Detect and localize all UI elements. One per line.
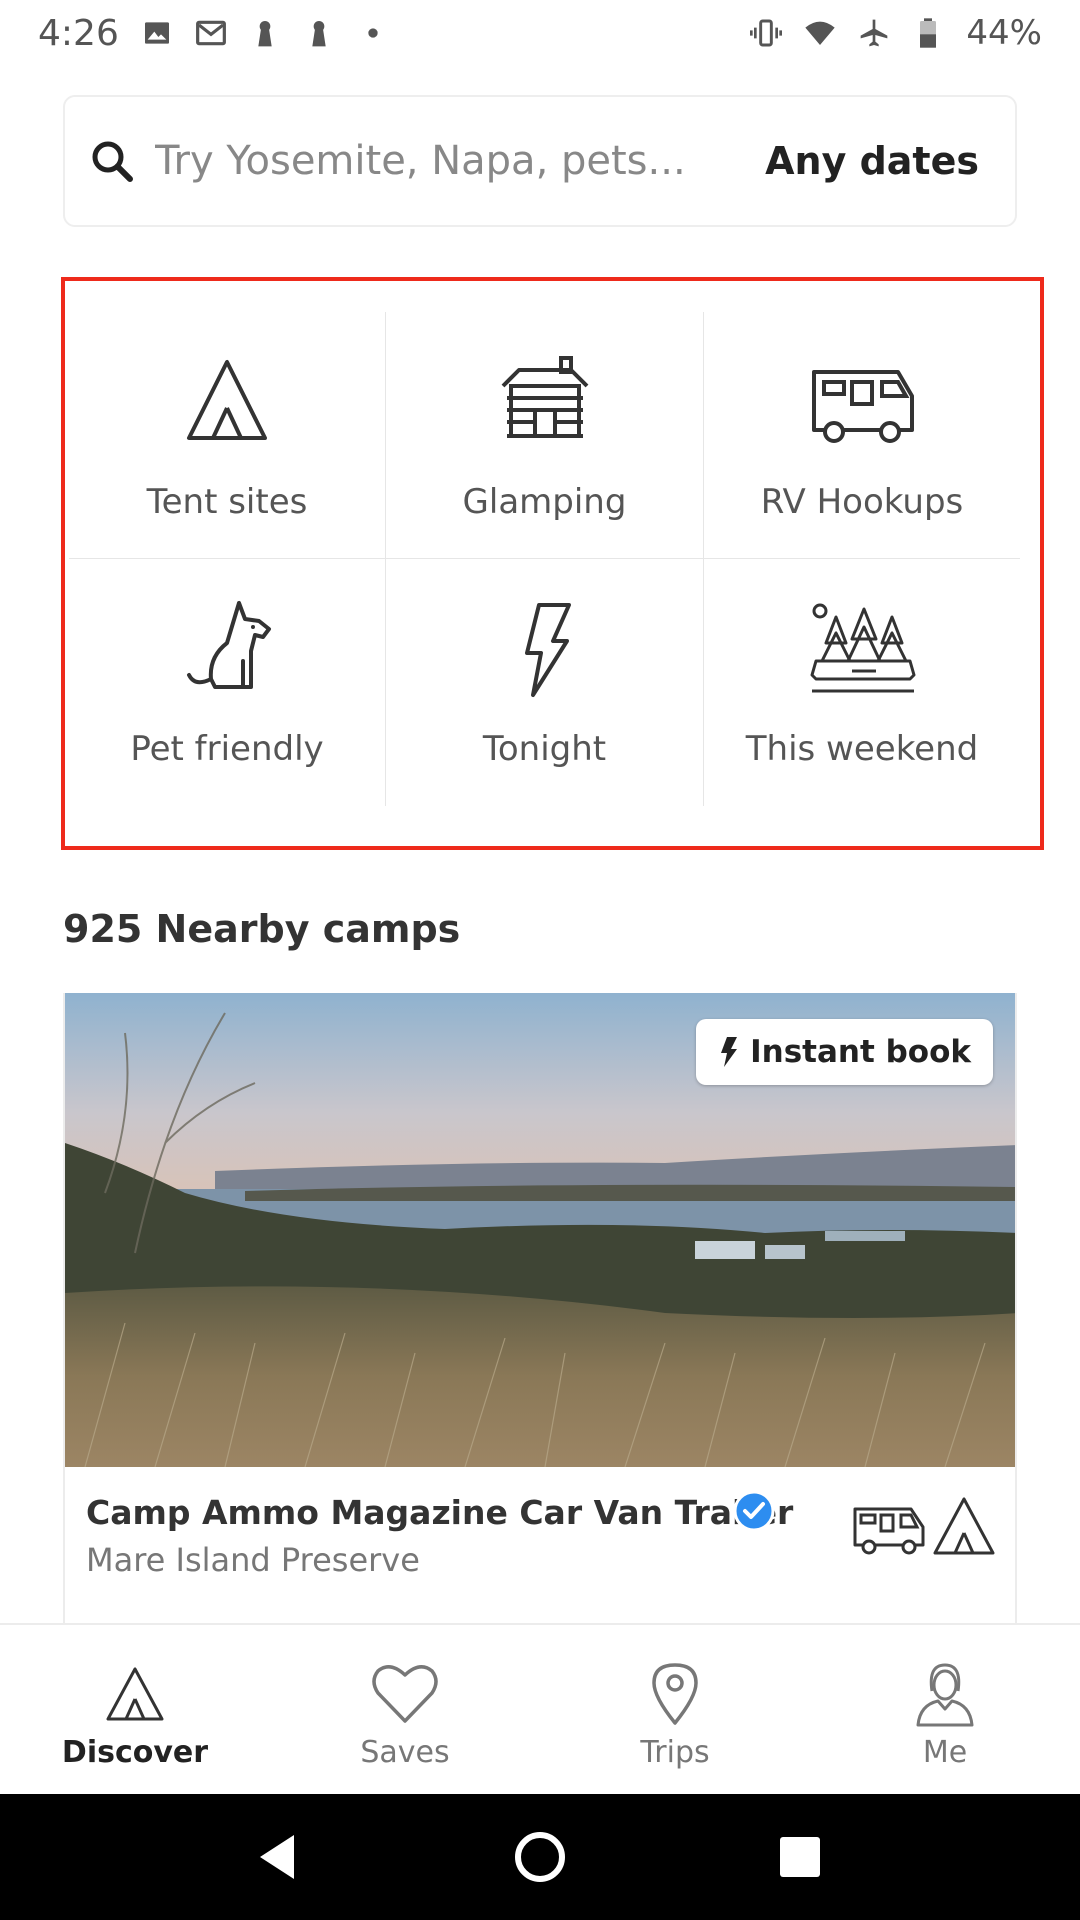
nearby-camps-title: 925 Nearby camps (63, 907, 461, 951)
back-button[interactable] (245, 1822, 315, 1892)
rv-icon (802, 352, 922, 452)
back-icon (260, 1835, 294, 1879)
battery-percent: 44% (966, 13, 1042, 53)
forest-icon (802, 599, 922, 699)
camp-location: Mare Island Preserve (86, 1541, 420, 1579)
rv-icon (853, 1507, 925, 1555)
nav-label: Trips (640, 1735, 710, 1770)
keyhole-icon (249, 17, 281, 49)
tent-icon (167, 352, 287, 452)
category-tent-sites[interactable]: Tent sites (69, 312, 386, 559)
camp-name[interactable]: Camp Ammo Magazine Car Van Trailer (86, 1493, 793, 1532)
nav-me[interactable]: Me (810, 1625, 1080, 1794)
lightning-icon (721, 1037, 738, 1067)
camp-card[interactable]: Instant book Camp Ammo Magazine Car Van … (63, 993, 1017, 1623)
instant-book-badge[interactable]: Instant book (696, 1019, 993, 1085)
verified-icon (733, 1490, 775, 1532)
wifi-icon (804, 17, 836, 49)
category-tonight[interactable]: Tonight (386, 559, 704, 806)
status-right: 44% (750, 13, 1042, 53)
recents-button[interactable] (765, 1822, 835, 1892)
category-label: Tent sites (146, 482, 308, 522)
category-grid: Tent sites Glamping RV Hookups Pet frien… (69, 312, 1020, 806)
nav-discover[interactable]: Discover (0, 1625, 270, 1794)
status-time: 4:26 (38, 12, 119, 54)
lightning-icon (485, 599, 605, 699)
search-input[interactable] (155, 138, 766, 184)
search-icon (92, 141, 133, 182)
category-label: Pet friendly (130, 729, 324, 769)
nav-label: Discover (61, 1735, 209, 1770)
category-label: This weekend (745, 729, 979, 769)
dog-icon (167, 599, 287, 699)
keyhole-icon (303, 17, 335, 49)
dot-icon (357, 17, 389, 49)
camp-photo[interactable]: Instant book (65, 993, 1015, 1467)
nav-saves[interactable]: Saves (270, 1625, 540, 1794)
instant-book-label: Instant book (750, 1034, 971, 1070)
status-bar: 4:26 44% (0, 0, 1080, 66)
status-left: 4:26 (38, 13, 389, 54)
bottom-nav: Discover Saves Trips Me (0, 1623, 1080, 1794)
category-glamping[interactable]: Glamping (386, 312, 704, 559)
tent-icon (933, 1497, 995, 1555)
image-icon (141, 17, 173, 49)
airplane-icon (858, 17, 890, 49)
any-dates-button[interactable]: Any dates (765, 139, 979, 183)
nav-label: Saves (360, 1735, 450, 1770)
cabin-icon (485, 352, 605, 452)
profile-icon (910, 1661, 980, 1727)
battery-icon (912, 17, 944, 49)
vibrate-icon (750, 17, 783, 49)
gmail-icon (195, 17, 227, 49)
search-bar[interactable]: Any dates (63, 95, 1017, 227)
heart-icon (370, 1661, 440, 1727)
category-rv-hookups[interactable]: RV Hookups (704, 312, 1020, 559)
nav-trips[interactable]: Trips (540, 1625, 810, 1794)
system-nav-bar (0, 1794, 1080, 1920)
category-grid-highlight: Tent sites Glamping RV Hookups Pet frien… (61, 277, 1044, 850)
category-label: RV Hookups (760, 482, 964, 522)
camp-type-icons (851, 1493, 997, 1557)
map-pin-icon (640, 1661, 710, 1727)
category-pet-friendly[interactable]: Pet friendly (69, 559, 386, 806)
home-icon (515, 1832, 565, 1882)
tent-icon (100, 1661, 170, 1727)
category-label: Glamping (462, 482, 627, 522)
category-this-weekend[interactable]: This weekend (704, 559, 1020, 806)
recents-icon (780, 1837, 820, 1877)
category-label: Tonight (482, 729, 607, 769)
home-button[interactable] (505, 1822, 575, 1892)
nav-label: Me (922, 1735, 968, 1770)
